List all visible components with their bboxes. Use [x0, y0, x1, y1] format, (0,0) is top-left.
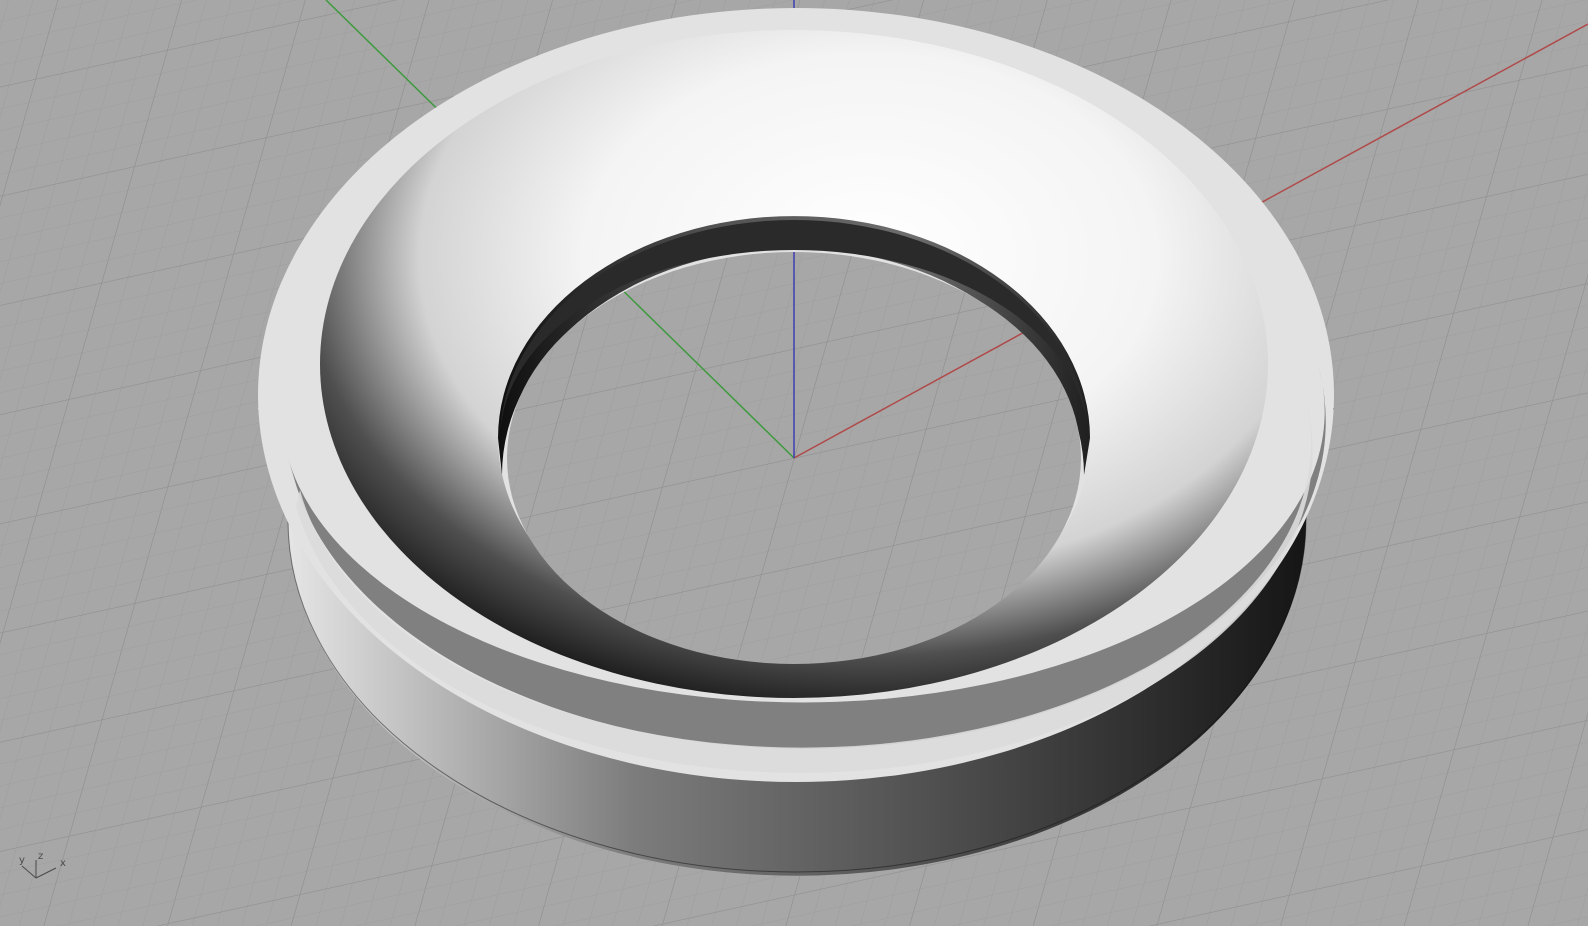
gizmo-y-label: y — [19, 855, 25, 866]
axis-gizmo: y z x — [19, 851, 66, 879]
3d-viewport[interactable]: y z x — [0, 0, 1588, 926]
gizmo-z-label: z — [38, 851, 43, 862]
perspective-scene[interactable] — [0, 0, 1588, 926]
gizmo-x-label: x — [60, 858, 66, 869]
gizmo-lines-icon — [21, 860, 57, 879]
